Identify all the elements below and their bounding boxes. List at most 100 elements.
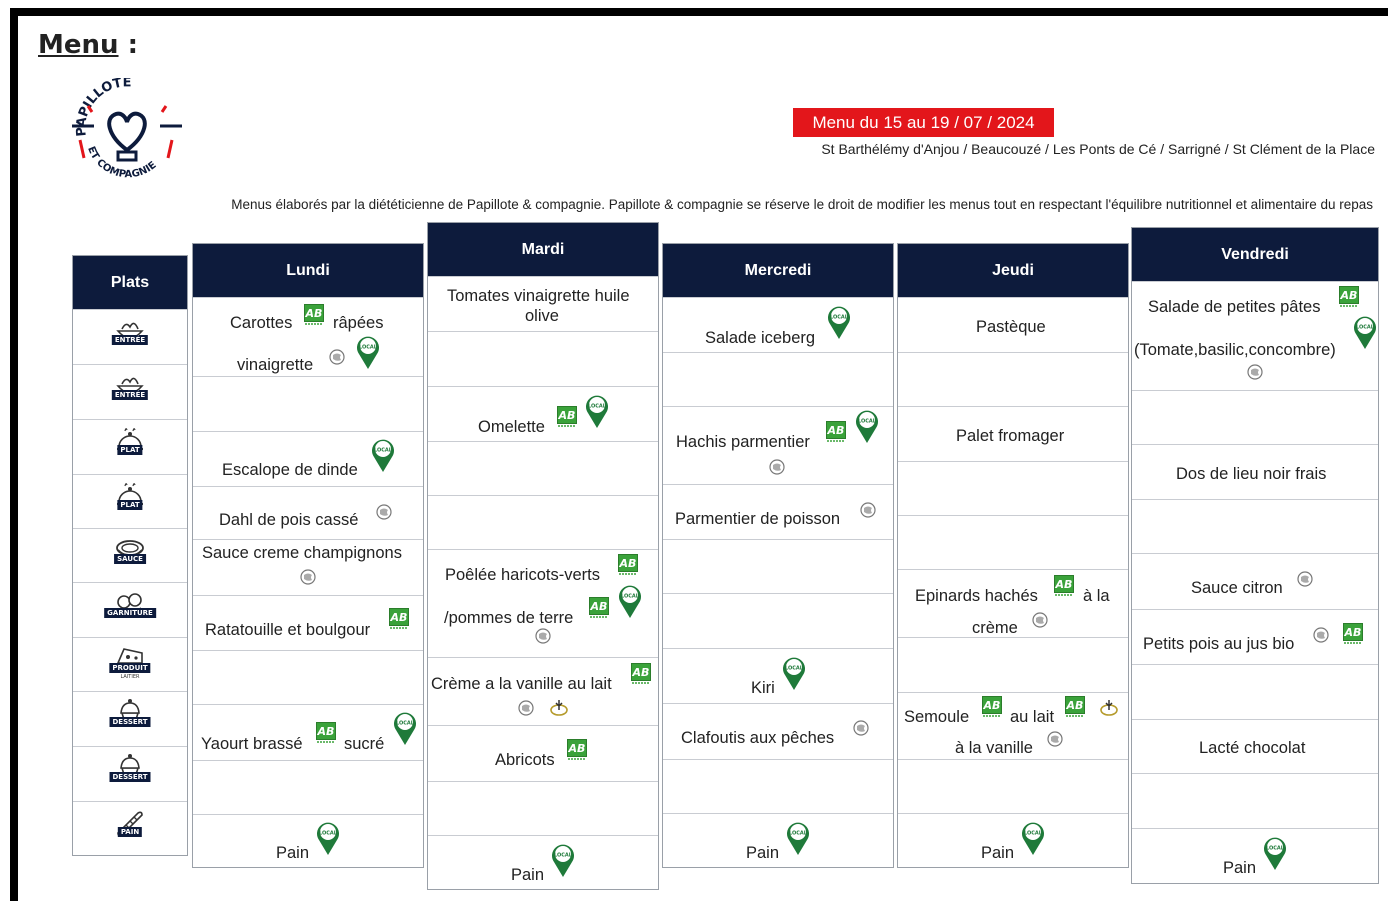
mercredi-dessert-1: Clafoutis aux pêches bbox=[663, 703, 893, 759]
lundi-column: Lundi Carottes râpées vinaigrette Escalo… bbox=[192, 243, 424, 868]
plat-row: DESSERT bbox=[73, 691, 187, 746]
local-icon bbox=[1262, 835, 1288, 871]
mardi-plat-1: Omelette bbox=[428, 386, 658, 441]
vendredi-pain: Pain bbox=[1132, 828, 1378, 885]
menu-item: Lacté chocolat bbox=[1199, 739, 1306, 757]
vendredi-garniture: Petits pois au jus bio bbox=[1132, 609, 1378, 664]
menu-title: Menu : bbox=[38, 30, 138, 60]
vendredi-entree-1: Salade de petites pâtes (Tomate,basilic,… bbox=[1132, 281, 1378, 390]
france-icon bbox=[1032, 611, 1048, 629]
lundi-laitier bbox=[193, 650, 423, 704]
plat-row: DESSERT bbox=[73, 746, 187, 801]
plat-row: PRODUIT LAITIER bbox=[73, 637, 187, 691]
vendredi-laitier bbox=[1132, 664, 1378, 719]
bio-icon bbox=[316, 722, 336, 744]
mercredi-dessert-2 bbox=[663, 759, 893, 813]
france-icon bbox=[300, 568, 316, 586]
plat-row: PLAT bbox=[73, 474, 187, 528]
lundi-plat-2: Dahl de pois cassé bbox=[193, 486, 423, 539]
plat-label: ENTRÉE bbox=[111, 335, 149, 345]
menu-item: Petits pois au jus bio bbox=[1143, 635, 1295, 653]
menu-item: Pain bbox=[511, 866, 545, 884]
menu-item: sucré bbox=[344, 735, 385, 753]
label-rouge-icon bbox=[550, 698, 568, 716]
menu-item: Abricots bbox=[495, 751, 555, 769]
menu-item: Pain bbox=[746, 844, 780, 862]
plat-sublabel: LAITIER bbox=[120, 673, 140, 680]
bio-icon bbox=[1054, 575, 1074, 597]
france-icon bbox=[518, 699, 534, 717]
mardi-laitier: Crème a la vanille au lait bbox=[428, 657, 658, 725]
menu-item: Pastèque bbox=[976, 318, 1046, 336]
menu-item: Palet fromager bbox=[956, 427, 1065, 445]
menu-item: Poêlée haricots-verts bbox=[445, 566, 600, 584]
jeudi-pain: Pain bbox=[898, 813, 1128, 869]
jeudi-dessert-1: Semoule au lait à la vanille bbox=[898, 692, 1128, 759]
menu-item: à la bbox=[1083, 587, 1110, 605]
france-icon bbox=[329, 348, 345, 366]
mardi-column: Mardi Tomates vinaigrette huile olive Om… bbox=[427, 222, 659, 890]
lundi-header: Lundi bbox=[193, 244, 423, 297]
plat-row: PLAT bbox=[73, 419, 187, 474]
papillote-logo: PAPILLOTE ET COMPAGNIE bbox=[68, 75, 186, 188]
mardi-plat-2 bbox=[428, 441, 658, 495]
menu-item: Salade iceberg bbox=[705, 329, 816, 347]
menu-dates-banner: Menu du 15 au 19 / 07 / 2024 bbox=[793, 108, 1054, 137]
mardi-entree-2 bbox=[428, 331, 658, 386]
mercredi-plat-2: Parmentier de poisson bbox=[663, 484, 893, 539]
lundi-garniture: Ratatouille et boulgour bbox=[193, 595, 423, 650]
mercredi-entree-1: Salade iceberg bbox=[663, 297, 893, 352]
plat-label: PLAT bbox=[117, 445, 143, 455]
menu-item: Escalope de dinde bbox=[222, 461, 358, 479]
bio-icon bbox=[982, 696, 1002, 718]
vendredi-dessert-2 bbox=[1132, 773, 1378, 828]
local-icon bbox=[785, 820, 811, 856]
jeudi-plat-1: Palet fromager bbox=[898, 406, 1128, 461]
local-icon bbox=[370, 437, 396, 473]
mercredi-garniture bbox=[663, 593, 893, 648]
plat-row: PAIN bbox=[73, 801, 187, 856]
menu-item: Pain bbox=[981, 844, 1015, 862]
jeudi-dessert-2 bbox=[898, 759, 1128, 813]
local-icon bbox=[550, 842, 576, 878]
lundi-entree-1: Carottes râpées vinaigrette bbox=[193, 297, 423, 376]
menu-item: (Tomate,basilic,concombre) bbox=[1134, 341, 1336, 359]
menu-item: Pain bbox=[1223, 859, 1257, 877]
menu-item: Epinards hachés bbox=[915, 587, 1038, 605]
jeudi-plat-2 bbox=[898, 461, 1128, 515]
france-icon bbox=[1313, 626, 1329, 644]
lundi-plat-1: Escalope de dinde bbox=[193, 431, 423, 486]
bio-icon bbox=[631, 663, 651, 685]
local-icon bbox=[355, 334, 381, 370]
vendredi-plat-1: Dos de lieu noir frais bbox=[1132, 444, 1378, 499]
menu-item: olive bbox=[525, 307, 559, 325]
plat-row: ENTRÉE bbox=[73, 364, 187, 419]
plat-label: PAIN bbox=[117, 827, 143, 837]
label-rouge-icon bbox=[1100, 698, 1118, 716]
local-icon bbox=[781, 655, 807, 691]
plat-row: ENTRÉE bbox=[73, 309, 187, 364]
jeudi-header: Jeudi bbox=[898, 244, 1128, 297]
bio-icon bbox=[567, 739, 587, 761]
menu-item: Pain bbox=[276, 844, 310, 862]
mardi-pain: Pain bbox=[428, 835, 658, 891]
plat-label: SAUCE bbox=[114, 553, 146, 564]
local-icon bbox=[584, 393, 610, 429]
menu-item: Omelette bbox=[478, 418, 545, 436]
mardi-entree-1: Tomates vinaigrette huile olive bbox=[428, 276, 658, 331]
menu-item: Dahl de pois cassé bbox=[219, 511, 359, 529]
vendredi-sauce: Sauce citron bbox=[1132, 553, 1378, 609]
menu-item: Carottes bbox=[230, 314, 293, 332]
menu-item: /pommes de terre bbox=[444, 609, 574, 627]
france-icon bbox=[860, 501, 876, 519]
france-icon bbox=[1247, 363, 1263, 381]
mercredi-entree-2 bbox=[663, 352, 893, 406]
france-icon bbox=[376, 503, 392, 521]
menu-item: à la vanille bbox=[955, 739, 1033, 757]
mardi-dessert-1: Abricots bbox=[428, 725, 658, 781]
bio-icon bbox=[1343, 623, 1363, 645]
lundi-sauce: Sauce creme champignons bbox=[193, 539, 423, 595]
bio-icon bbox=[557, 406, 577, 428]
plat-label: PLAT bbox=[117, 499, 143, 510]
france-icon bbox=[1047, 730, 1063, 748]
